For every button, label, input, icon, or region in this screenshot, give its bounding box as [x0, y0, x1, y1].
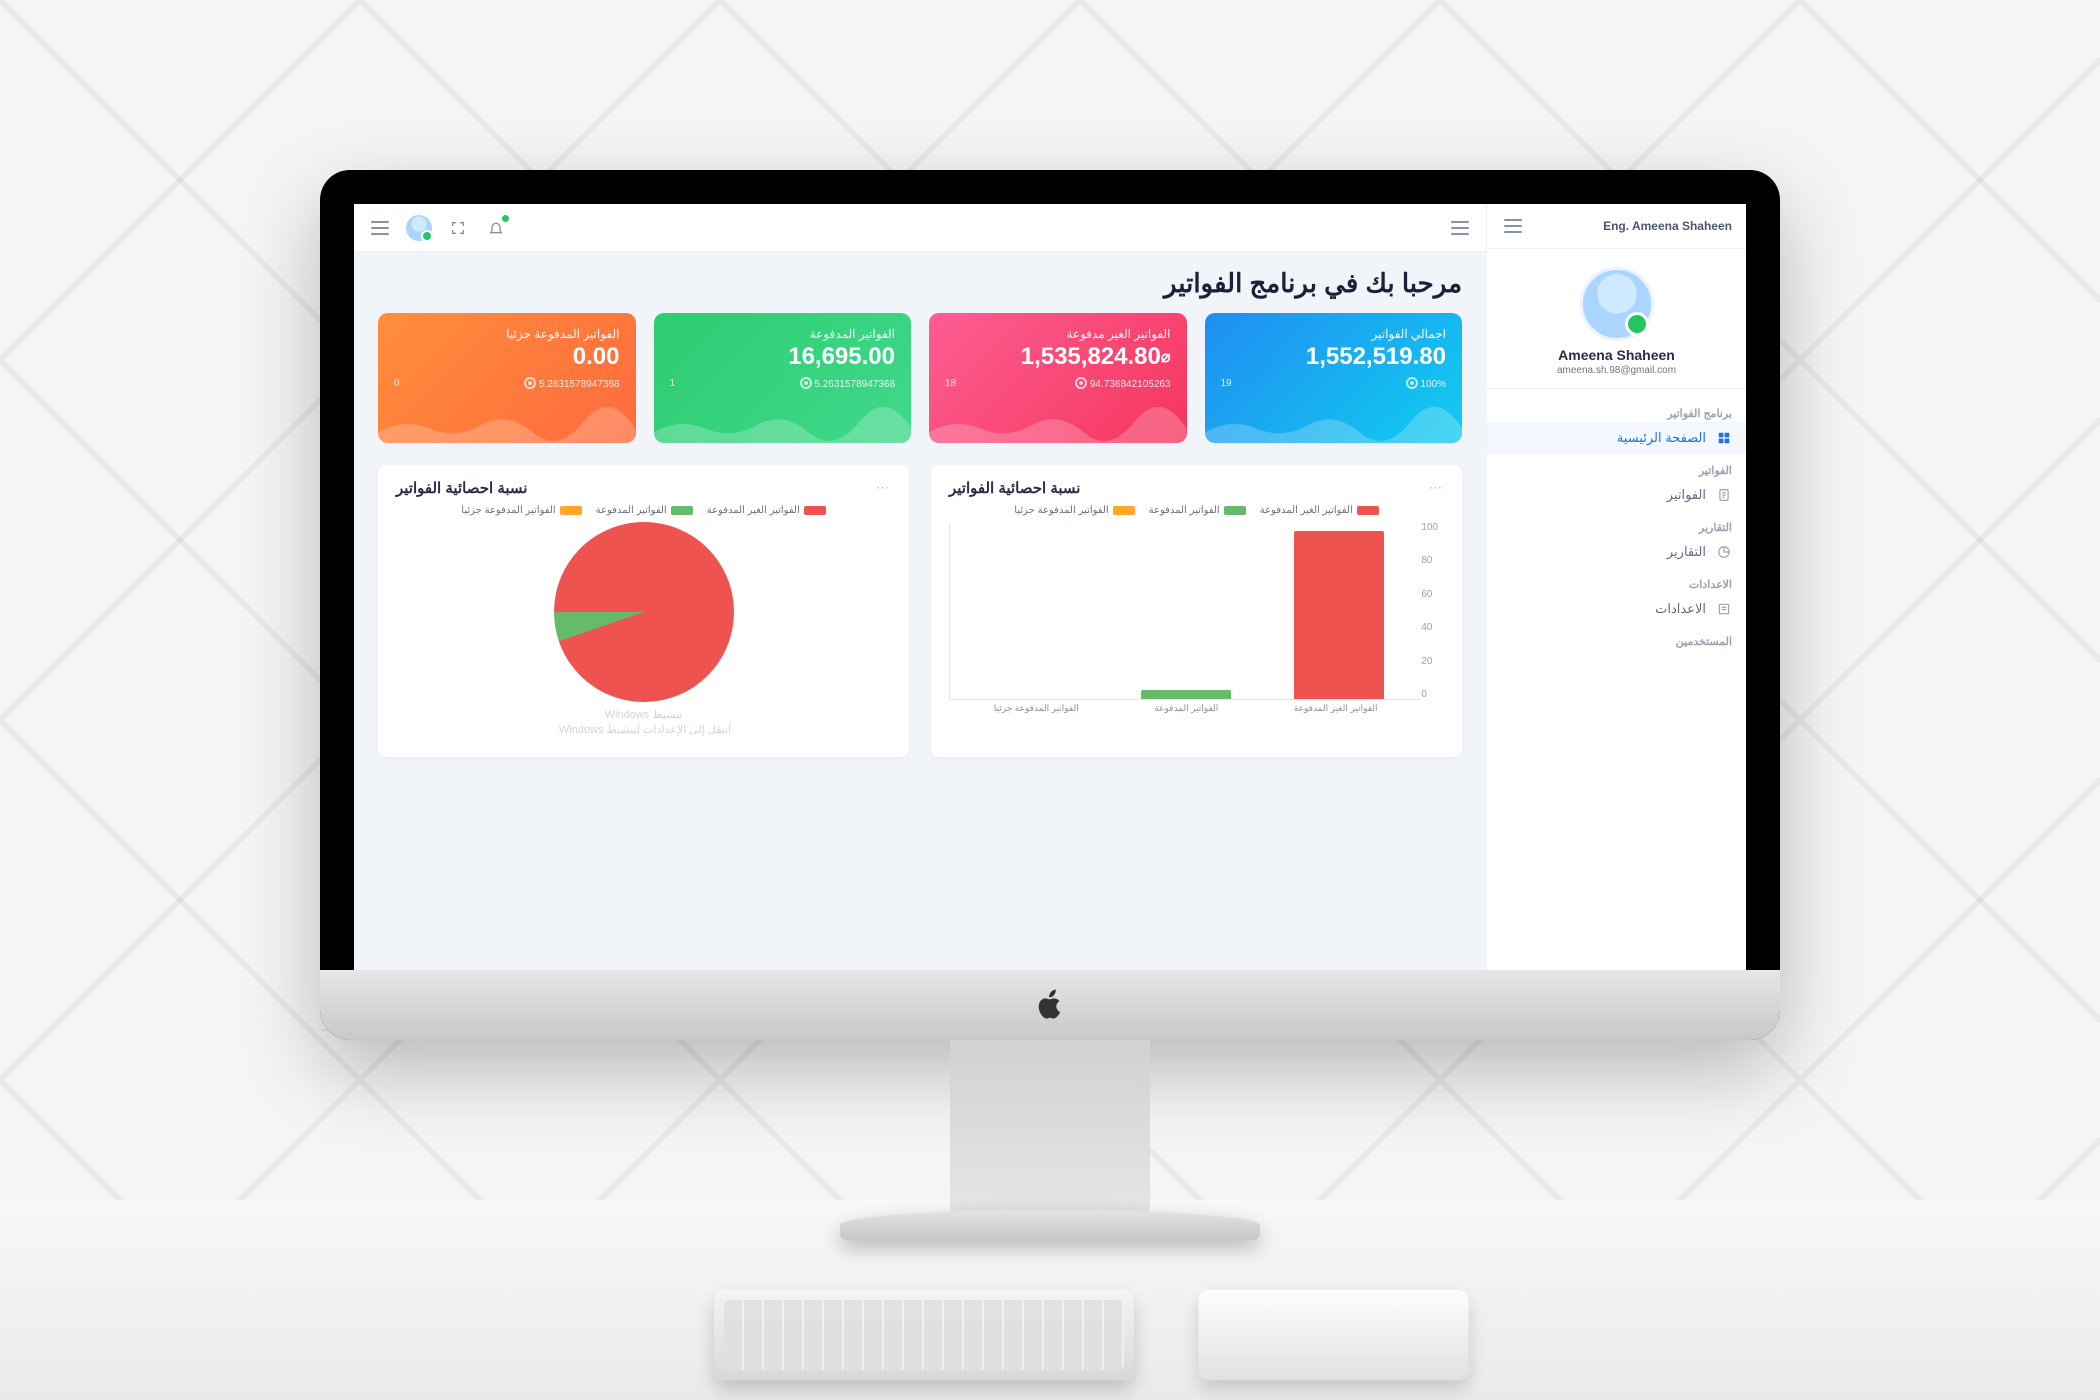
y-tick: 20: [1421, 656, 1432, 667]
right-menu-icon[interactable]: [1448, 216, 1472, 240]
x-tick: الفواتير الغير المدفوعة: [1294, 703, 1378, 714]
sidebar-item[interactable]: الصفحة الرئيسية: [1487, 422, 1746, 454]
card-count: 1: [670, 378, 676, 389]
keyboard: [714, 1290, 1134, 1380]
legend-label: الفواتير المدفوعة جزئيا: [1014, 505, 1108, 516]
page-title: مرحبا بك في برنامج الفواتير: [378, 268, 1462, 299]
card-count: 18: [945, 378, 956, 389]
avatar: [1580, 267, 1654, 341]
y-tick: 60: [1421, 589, 1432, 600]
report-icon: [1716, 544, 1732, 560]
sidebar-item-label: الاعدادات: [1655, 601, 1706, 617]
panel-bar-chart: ⋯ نسبة احصائية الفواتير الفواتير الغير ا…: [931, 465, 1462, 757]
stat-card[interactable]: اجمالي الفواتير 1,552,519.80 100% 19: [1205, 313, 1463, 443]
panel-pie-title: نسبة احصائية الفواتير: [396, 479, 527, 497]
panel-menu-icon[interactable]: ⋯: [876, 480, 891, 496]
legend-label: الفواتير الغير المدفوعة: [1260, 505, 1353, 516]
card-value: 1,552,519.80: [1221, 343, 1447, 371]
legend-label: الفواتير المدفوعة: [596, 505, 667, 516]
card-value: ⌀1,535,824.80: [945, 343, 1171, 371]
sidebar-group-title: الاعدادات: [1487, 568, 1746, 593]
topbar-avatar[interactable]: [406, 215, 432, 241]
card-detail: 5.2631578947368: [520, 377, 619, 390]
pie-chart: [554, 522, 734, 702]
y-tick: 0: [1421, 689, 1427, 700]
card-value: 16,695.00: [670, 343, 896, 371]
card-label: الفواتير الغير مدفوعة: [945, 327, 1171, 341]
x-tick: الفواتير المدفوعة: [1154, 703, 1218, 714]
y-tick: 80: [1421, 555, 1432, 566]
sidebar-group-title: المستخدمين: [1487, 625, 1746, 650]
panel-menu-icon[interactable]: ⋯: [1429, 480, 1444, 496]
topbar: [354, 204, 1486, 252]
monitor-mockup: Eng. Ameena Shaheen Ameena Shaheen ameen…: [320, 170, 1780, 1040]
profile-block: Ameena Shaheen ameena.sh.98@gmail.com: [1487, 249, 1746, 389]
sidebar-group-title: برنامج الفواتير: [1487, 397, 1746, 422]
panel-bar-title: نسبة احصائية الفواتير: [949, 479, 1080, 497]
card-label: اجمالي الفواتير: [1221, 327, 1447, 341]
legend-label: الفواتير الغير المدفوعة: [707, 505, 800, 516]
sidebar-menu: برنامج الفواتير الصفحة الرئيسية الفواتير ال…: [1487, 389, 1746, 658]
stat-card[interactable]: الفواتير المدفوعة 16,695.00 5.263157894736…: [654, 313, 912, 443]
card-detail: 94.736842105263: [1071, 377, 1170, 390]
card-count: 19: [1221, 378, 1232, 389]
menu-toggle-icon[interactable]: [368, 216, 392, 240]
bar: [1141, 690, 1231, 699]
card-detail: 5.2631578947368: [796, 377, 895, 390]
panel-pie-chart: ⋯ نسبة احصائية الفواتير الفواتير الغير ا…: [378, 465, 909, 757]
legend-label: الفواتير المدفوعة جزئيا: [461, 505, 555, 516]
sidebar-item[interactable]: الفواتير: [1487, 479, 1746, 511]
stat-cards: اجمالي الفواتير 1,552,519.80 100% 19 الفوات…: [378, 313, 1462, 443]
sidebar: Eng. Ameena Shaheen Ameena Shaheen ameen…: [1486, 204, 1746, 970]
legend-label: الفواتير المدفوعة: [1149, 505, 1220, 516]
header-user-label: Eng. Ameena Shaheen: [1603, 219, 1732, 233]
bar-chart: 100 80 60 40 20 0 الفواتير الغير المدفوعة الفو…: [949, 522, 1444, 722]
y-tick: 40: [1421, 622, 1432, 633]
sidebar-item-label: الفواتير: [1667, 487, 1706, 503]
sidebar-group-title: الفواتير: [1487, 454, 1746, 479]
grid-icon: [1716, 430, 1732, 446]
card-value: 0.00: [394, 343, 620, 371]
apple-logo-icon: [1034, 986, 1066, 1024]
card-count: 0: [394, 378, 400, 389]
stat-card[interactable]: الفواتير المدفوعة جزئيا 0.00 5.26315789473…: [378, 313, 636, 443]
pie-legend: الفواتير الغير المدفوعة الفواتير المدفوع…: [396, 505, 891, 516]
sidebar-item[interactable]: التقارير: [1487, 536, 1746, 568]
profile-name: Ameena Shaheen: [1501, 347, 1732, 363]
profile-email: ameena.sh.98@gmail.com: [1501, 365, 1732, 376]
windows-activation-note: تنشيط Windows انتقل إلى الإعدادات لتنشيط…: [396, 708, 891, 739]
settings-icon: [1716, 601, 1732, 617]
stat-card[interactable]: الفواتير الغير مدفوعة ⌀1,535,824.80 94.736…: [929, 313, 1187, 443]
bar-legend: الفواتير الغير المدفوعة الفواتير المدفوع…: [949, 505, 1444, 516]
sidebar-collapse-icon[interactable]: [1501, 214, 1525, 238]
bar: [1294, 531, 1384, 699]
card-label: الفواتير المدفوعة: [670, 327, 896, 341]
invoice-icon: [1716, 487, 1732, 503]
x-tick: الفواتير المدفوعة جزئيا: [994, 703, 1079, 714]
sidebar-item-label: الصفحة الرئيسية: [1617, 430, 1706, 446]
notifications-icon[interactable]: [484, 216, 508, 240]
card-label: الفواتير المدفوعة جزئيا: [394, 327, 620, 341]
sidebar-item[interactable]: الاعدادات: [1487, 593, 1746, 625]
fullscreen-icon[interactable]: [446, 216, 470, 240]
sidebar-item-label: التقارير: [1667, 544, 1706, 560]
y-tick: 100: [1421, 522, 1438, 533]
sidebar-group-title: التقارير: [1487, 511, 1746, 536]
trackpad: [1199, 1290, 1469, 1380]
card-detail: 100%: [1402, 377, 1446, 390]
